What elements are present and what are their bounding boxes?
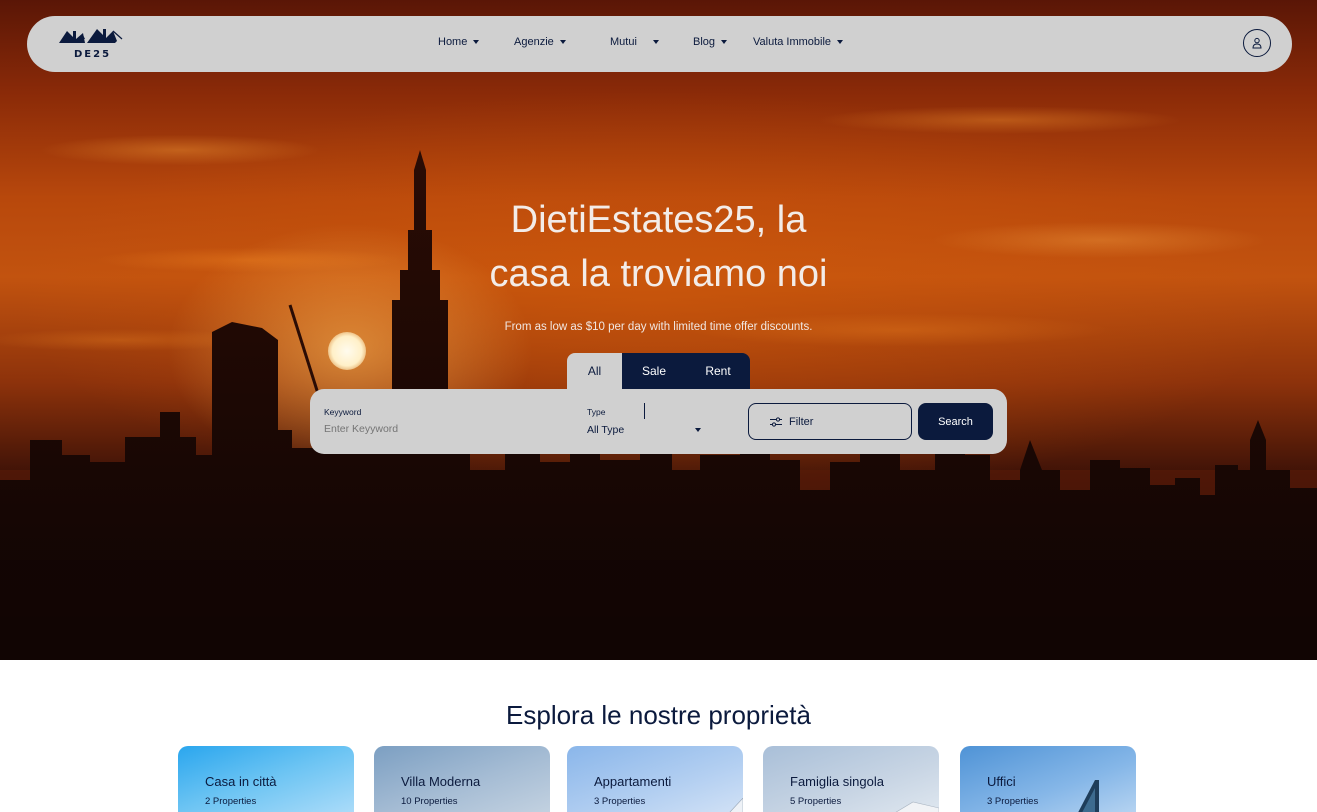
explore-title: Esplora le nostre proprietà: [506, 700, 811, 730]
nav-mutui-label: Mutui: [610, 36, 637, 48]
roof-logo-icon: [59, 29, 123, 43]
nav-valuta-immobile[interactable]: Valuta Immobile: [753, 36, 844, 48]
hero-title-line1: DietiEstates25, la: [510, 199, 807, 241]
nav-blog-label: Blog: [693, 36, 716, 48]
card-name: Casa in città: [205, 774, 277, 789]
card-name: Appartamenti: [594, 774, 672, 789]
type-select[interactable]: All Type: [587, 422, 705, 440]
property-card-uffici[interactable]: Uffici 3 Properties: [960, 746, 1136, 812]
type-label: Type: [587, 407, 606, 417]
hero-subtitle: From as low as $10 per day with limited …: [504, 321, 813, 333]
caret-down-icon: [837, 40, 844, 44]
card-name: Uffici: [987, 774, 1016, 789]
type-select-value: All Type: [587, 424, 625, 436]
caret-down-icon: [473, 40, 480, 44]
caret-down-icon: [695, 428, 701, 432]
user-icon: [1252, 37, 1262, 49]
card-count: 5 Properties: [790, 796, 842, 807]
brand-logo[interactable]: DE25: [57, 25, 123, 65]
keyword-input[interactable]: [324, 423, 564, 435]
card-count: 10 Properties: [401, 796, 458, 807]
nav-agenzie-label: Agenzie: [514, 36, 554, 48]
sliders-icon: [770, 416, 782, 427]
property-card-famiglia-singola[interactable]: Famiglia singola 5 Properties: [763, 746, 939, 812]
hero-title: DietiEstates25, la casa la troviamo noi: [400, 193, 917, 301]
nav-agenzie[interactable]: Agenzie: [514, 36, 566, 48]
caret-down-icon: [652, 40, 659, 44]
card-count: 2 Properties: [205, 796, 257, 807]
tab-all[interactable]: All: [567, 353, 622, 389]
keyword-label: Keyyword: [324, 407, 362, 417]
nav-valuta-label: Valuta Immobile: [753, 36, 832, 48]
card-name: Villa Moderna: [401, 774, 481, 789]
caret-down-icon: [559, 40, 566, 44]
property-card-appartamenti[interactable]: Appartamenti 3 Properties: [567, 746, 743, 812]
user-account-button[interactable]: [1243, 29, 1271, 57]
card-count: 3 Properties: [594, 796, 646, 807]
nav-home-label: Home: [438, 36, 468, 48]
house-image: [895, 801, 939, 812]
nav-home[interactable]: Home: [438, 36, 480, 48]
search-button[interactable]: Search: [918, 403, 993, 440]
property-card-casa-in-citta[interactable]: Casa in città 2 Properties: [178, 746, 354, 812]
filter-button[interactable]: Filter: [748, 403, 912, 440]
building-image: [729, 798, 743, 812]
card-count: 3 Properties: [987, 796, 1039, 807]
tab-rent[interactable]: Rent: [686, 353, 750, 389]
logo-text: DE25: [74, 49, 112, 60]
property-card-villa-moderna[interactable]: Villa Moderna 10 Properties: [374, 746, 550, 812]
hero-title-line2: casa la troviamo noi: [489, 253, 828, 295]
caret-down-icon: [721, 40, 728, 44]
search-bar: Keyyword Type All Type Filter Search: [310, 389, 1007, 454]
tab-sale[interactable]: Sale: [622, 353, 686, 389]
filter-button-label: Filter: [789, 415, 814, 428]
nav-blog[interactable]: Blog: [693, 36, 728, 48]
office-image: [1078, 780, 1099, 812]
card-name: Famiglia singola: [790, 774, 884, 789]
top-navbar: DE25 Home Agenzie Mutui Blog Valuta Immo…: [27, 16, 1292, 72]
listing-type-tabs: All Sale Rent: [567, 353, 750, 389]
nav-mutui[interactable]: Mutui: [610, 36, 659, 48]
type-divider: [644, 403, 645, 419]
